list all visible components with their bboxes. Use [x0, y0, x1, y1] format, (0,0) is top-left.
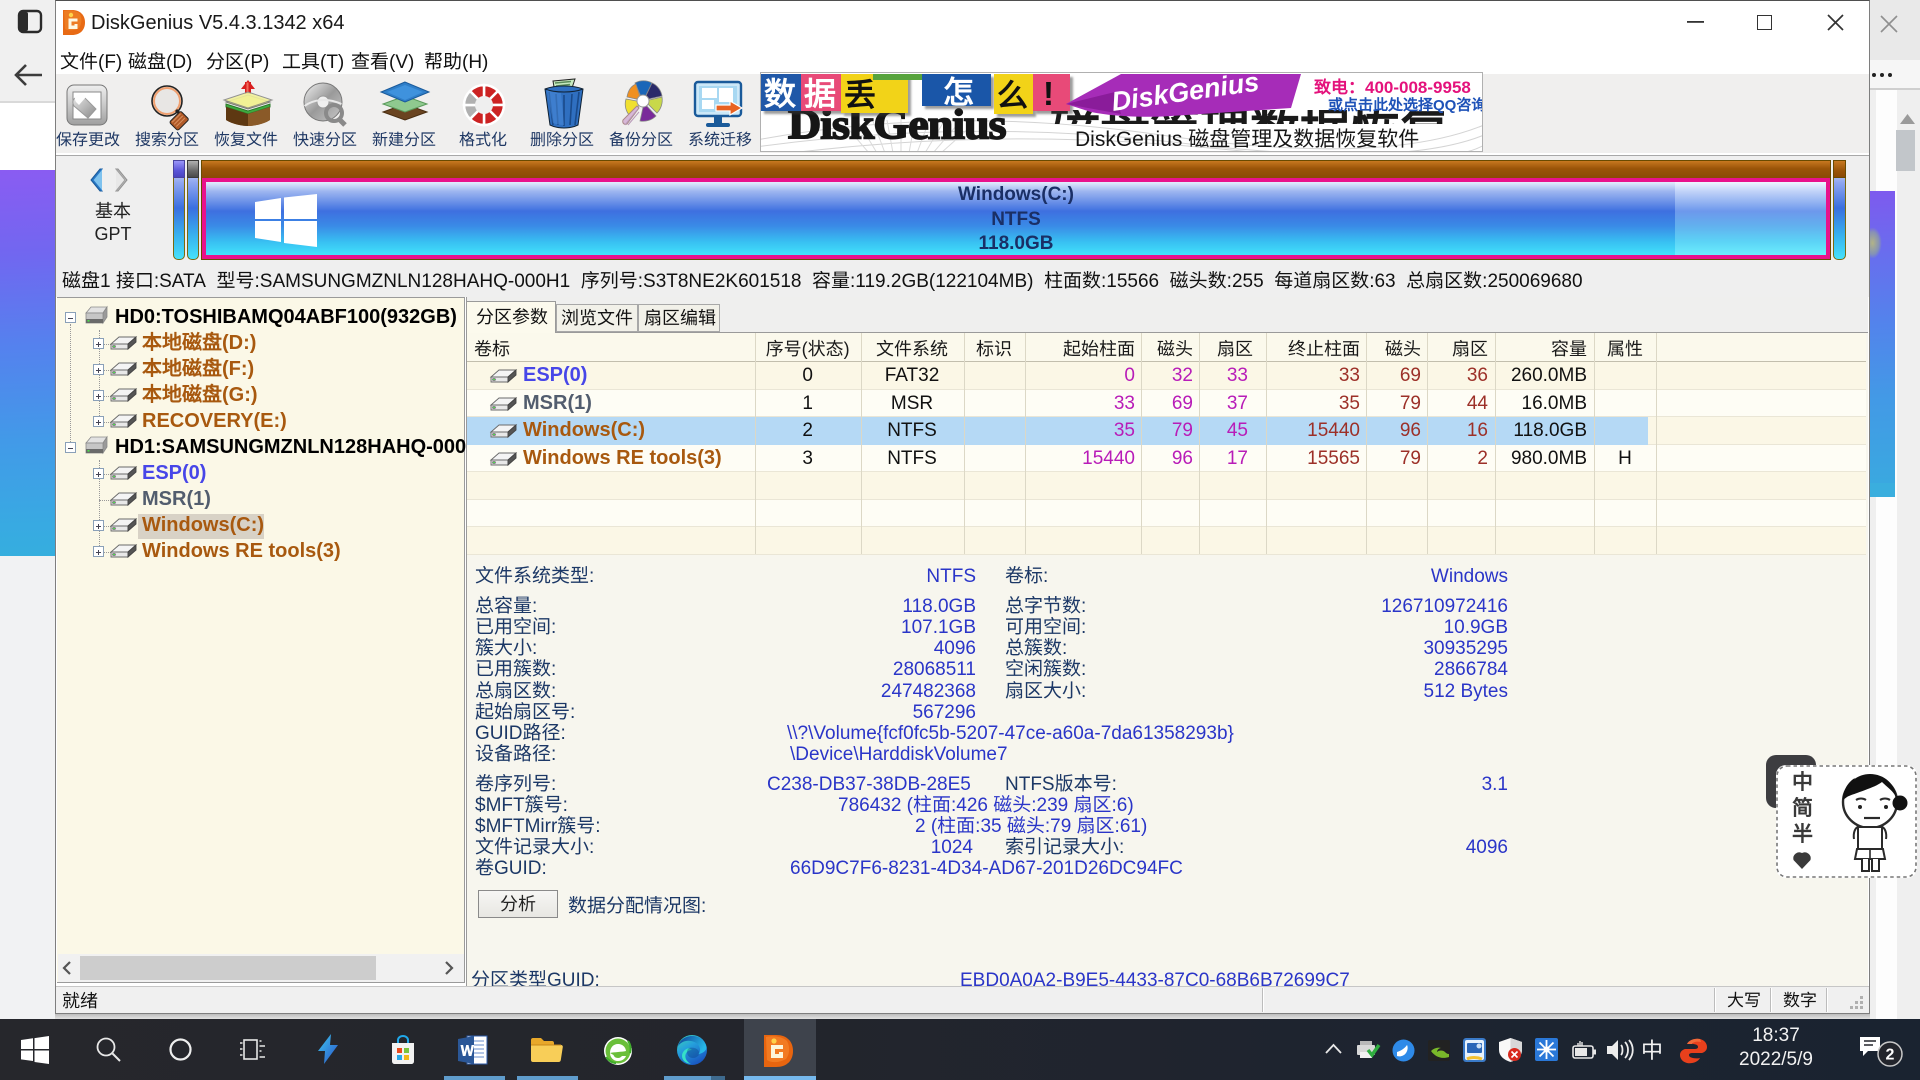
svg-text:2: 2: [1886, 1047, 1895, 1064]
